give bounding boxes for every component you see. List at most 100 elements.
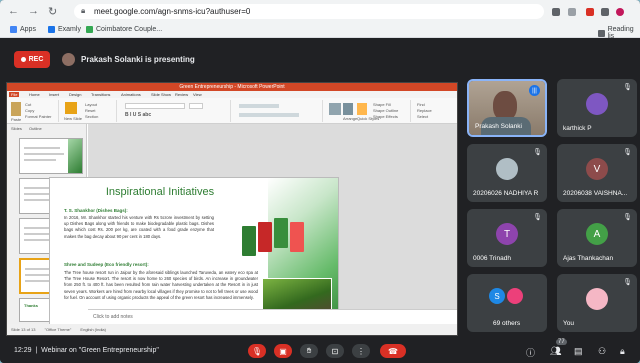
editing-group: Find Replace Select [415,100,455,122]
layout-button[interactable]: Layout [85,102,97,107]
new-slide-icon[interactable] [65,102,77,114]
mic-off-button[interactable]: 🎙︎ [248,344,266,358]
bookmark-apps[interactable]: Apps [10,26,36,33]
participant-photo [496,158,518,180]
paragraph-group [235,100,323,122]
present-button[interactable]: ⊡ [326,344,344,358]
tab-insert[interactable]: Insert [49,92,59,97]
quick-styles-icon[interactable] [357,103,367,115]
find-button[interactable]: Find [417,102,425,107]
mic-off-icon: 🎙︎ [623,214,632,221]
chat-icon[interactable]: ▤ [574,346,583,357]
font-size-select[interactable] [189,103,203,109]
participant-photo [507,288,523,304]
leave-call-button[interactable]: ☎︎ [380,344,406,358]
participant-tile-vaishna[interactable]: V 🎙︎ 20206038 VAISHNA... [557,144,637,202]
url-text: meet.google.com/agn-snms-icu?authuser=0 [94,7,251,16]
participant-photo [586,93,608,115]
arrange-icon[interactable] [343,103,353,115]
tab-animations[interactable]: Animations [121,92,141,97]
participant-tile-trinadh[interactable]: T 🎙︎ 0006 Trinadh [467,209,547,267]
bag-image [274,218,288,248]
participant-tile-prakash-solanki[interactable]: ||| Prakash Solanki [467,79,547,137]
participant-tile-you[interactable]: 🎙︎ You [557,274,637,332]
mic-off-icon: 🎙︎ [623,84,632,91]
speaking-indicator-icon: ||| [529,85,540,96]
mic-off-icon: 🎙︎ [623,279,632,286]
bookmark-examly[interactable]: Examly [48,26,81,33]
reset-button[interactable]: Reset [85,108,95,113]
bookmarks-bar: Apps Examly Coimbatore Couple... Reading… [0,24,640,40]
camera-off-button[interactable]: ▣ [274,344,292,358]
back-icon[interactable]: ← [8,5,19,17]
activities-icon[interactable]: ⚇ [598,346,606,357]
paste-icon[interactable] [11,102,21,116]
people-icon[interactable]: 👥︎ [550,346,561,357]
bag-image [258,222,272,252]
participant-tile-ajas[interactable]: A 🎙︎ Ajas Thankachan [557,209,637,267]
format-painter-button[interactable]: Format Painter [25,114,51,119]
profile-avatar[interactable] [616,8,624,16]
meet-control-bar: 12:29 | Webinar on "Green Entrepreneursh… [0,338,640,363]
tab-review[interactable]: Review [175,92,188,97]
tab-file[interactable]: File [9,92,20,97]
tab-slides[interactable]: Slides [11,126,22,131]
raise-hand-button[interactable]: ✋︎ [300,344,318,358]
tab-outline[interactable]: Outline [29,126,42,131]
tab-transitions[interactable]: Transitions [91,92,110,97]
select-button[interactable]: Select [417,114,428,119]
font-group: B I U S abc [121,100,231,122]
camera-icon[interactable] [552,8,560,16]
forward-icon[interactable]: → [28,5,39,17]
bag-image [242,226,256,256]
tab-home[interactable]: Home [29,92,40,97]
tab-view[interactable]: View [193,92,202,97]
participant-name: Prakash Solanki [475,123,522,130]
replace-button[interactable]: Replace [417,108,432,113]
meeting-time: 12:29 | Webinar on "Green Entrepreneursh… [14,347,159,354]
meeting-details-icon[interactable]: ⓘ [526,346,535,359]
lock-icon: 🔒︎ [81,6,86,15]
font-select[interactable] [125,103,185,109]
tab-design[interactable]: Design [69,92,81,97]
participant-name: 20206038 VAISHNA... [563,190,628,197]
reading-list[interactable]: Reading lis [598,26,640,40]
participant-tile-nadhiya[interactable]: 🎙︎ 20206026 NADHIYA R [467,144,547,202]
puzzle-icon[interactable] [601,8,609,16]
participant-tile-karthick[interactable]: 🎙︎ karthick P [557,79,637,137]
lock-icon[interactable]: 🔒︎ [620,346,625,357]
notes-pane[interactable]: Click to add notes [88,309,457,324]
copy-button[interactable]: Copy [25,108,34,113]
slide-thumbnail[interactable] [19,138,83,174]
address-bar[interactable]: 🔒︎ meet.google.com/agn-snms-icu?authuser… [74,4,544,19]
ppt-status-bar: Slide 13 of 13 "Office Theme" English (I… [7,324,457,335]
presenter-avatar [62,53,75,66]
more-options-button[interactable]: ⋮ [352,344,370,358]
bag-image [290,222,304,252]
shape-outline-button[interactable]: Shape Outline [373,108,398,113]
participant-name: 0006 Trinadh [473,255,511,262]
participant-avatar-letter: A [586,223,608,245]
recording-badge: REC [14,51,50,68]
participant-name: Ajas Thankachan [563,255,614,262]
star-icon[interactable] [568,8,576,16]
mic-off-icon: 🎙︎ [533,149,542,156]
reload-icon[interactable]: ↻ [48,5,57,18]
shared-screen: Green Entrepreneurship - Microsoft Power… [6,82,458,336]
bold-icon[interactable]: B I U S abc [125,112,151,118]
slides-group: New Slide Layout Reset Section [63,100,117,122]
presenting-banner: Prakash Solanki is presenting [62,52,195,67]
shape-effects-button[interactable]: Shape Effects [373,114,398,119]
bookmark-coimbatore[interactable]: Coimbatore Couple... [86,26,162,33]
ppt-ribbon-tabs: File Home Insert Design Transitions Anim… [7,91,457,98]
cut-button[interactable]: Cut [25,102,31,107]
tab-slideshow[interactable]: Slide Show [151,92,171,97]
bullets-icon[interactable] [239,104,279,108]
align-icon[interactable] [239,113,299,117]
extension-icon[interactable] [586,8,594,16]
participant-tile-others[interactable]: S 69 others [467,274,547,332]
shapes-icon[interactable] [329,103,341,115]
shape-fill-button[interactable]: Shape Fill [373,102,391,107]
section-button[interactable]: Section [85,114,98,119]
drawing-group: Arrange Quick Styles Shape Fill Shape Ou… [327,100,411,122]
